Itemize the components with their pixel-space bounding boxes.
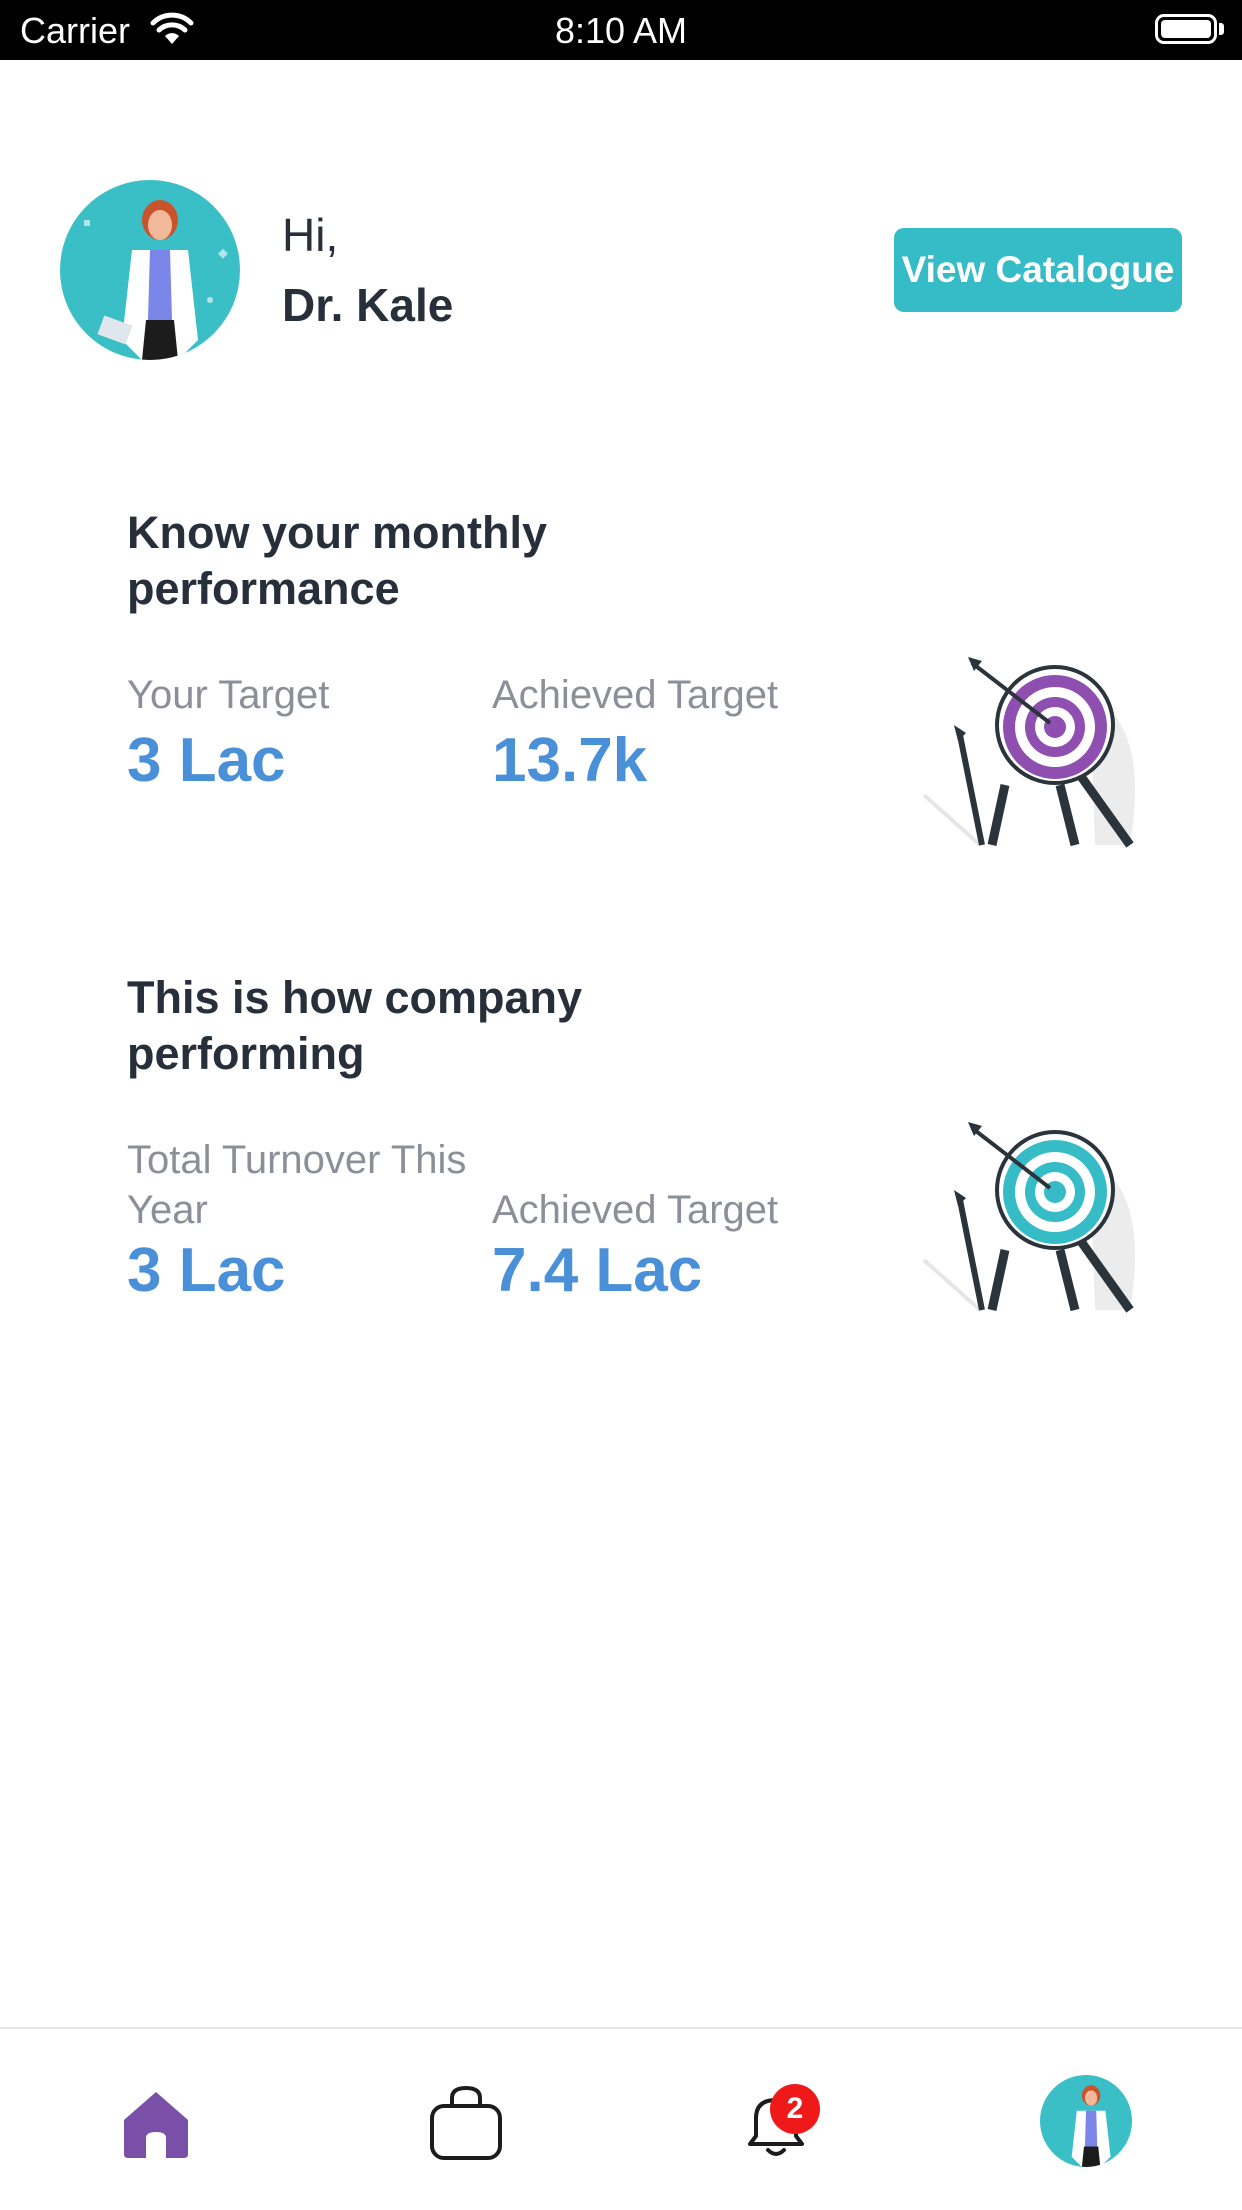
battery-nub (1219, 23, 1224, 35)
your-target-value: 3 Lac (127, 726, 286, 795)
total-turnover-label: Total Turnover This Year (127, 1138, 467, 1232)
battery-icon (1155, 14, 1217, 44)
status-time: 8:10 AM (554, 10, 688, 51)
doctor-avatar[interactable] (60, 180, 240, 360)
monthly-performance-title: Know your monthly performance (127, 507, 547, 614)
doctor-name: Dr. Kale (282, 279, 454, 331)
monthly-performance-card: Know your monthly performance Your Targe… (0, 505, 1242, 885)
shopping-bag-icon[interactable] (426, 2084, 506, 2164)
notification-badge: 2 (770, 2084, 820, 2134)
bottom-nav-bar: 2 (0, 2027, 1242, 2210)
total-turnover-value: 3 Lac (127, 1236, 286, 1305)
status-bar: Carrier 8:10 AM (0, 0, 1242, 60)
purple-target-icon (920, 655, 1150, 855)
your-target-label: Your Target (127, 673, 330, 717)
company-performance-card: This is how company performing Total Tur… (0, 970, 1242, 1350)
achieved-target-label: Achieved Target (492, 673, 779, 717)
profile-avatar[interactable] (1040, 2075, 1132, 2167)
home-icon[interactable] (116, 2084, 196, 2164)
teal-target-icon (920, 1120, 1150, 1320)
view-catalogue-button[interactable]: View Catalogue (894, 228, 1182, 312)
company-achieved-label: Achieved Target (492, 1188, 779, 1232)
company-performance-title: This is how company performing (127, 972, 583, 1079)
company-achieved-value: 7.4 Lac (492, 1236, 703, 1305)
greeting-text: Hi, (282, 209, 339, 261)
achieved-target-value: 13.7k (492, 726, 648, 795)
